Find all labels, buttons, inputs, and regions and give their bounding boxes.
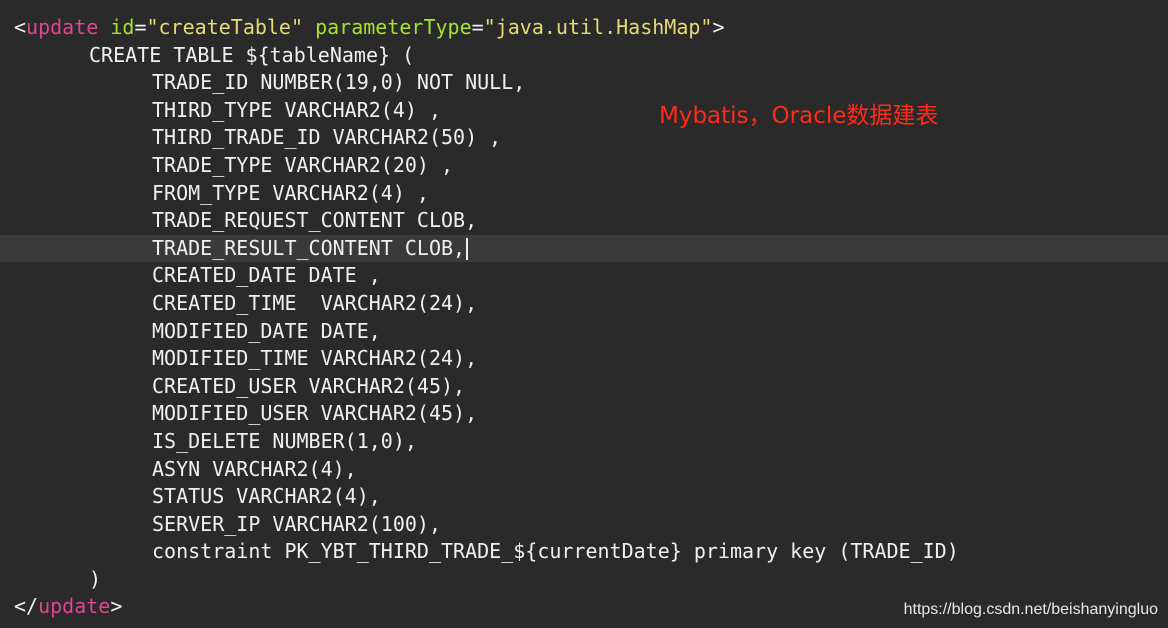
- open-tag-lt: <: [14, 15, 27, 39]
- code-line: ASYN VARCHAR2(4),: [152, 456, 357, 481]
- close-tag-gt: >: [110, 594, 123, 619]
- constraint-line: constraint PK_YBT_THIRD_TRADE_${currentD…: [152, 539, 959, 564]
- code-line: CREATED_TIME VARCHAR2(24),: [152, 290, 478, 315]
- code-line: TRADE_ID NUMBER(19,0) NOT NULL,: [152, 70, 526, 95]
- attr-id-value: "createTable": [146, 15, 304, 39]
- code-line: THIRD_TRADE_ID VARCHAR2(50) ,: [152, 125, 502, 150]
- code-line: CREATED_DATE DATE ,: [152, 263, 381, 288]
- open-tag-gt: >: [712, 15, 725, 39]
- code-line: IS_DELETE NUMBER(1,0),: [152, 428, 417, 453]
- open-tag-name: update: [26, 15, 99, 39]
- code-line: THIRD_TYPE VARCHAR2(4) ,: [152, 97, 441, 122]
- open-tag-line: <update id="createTable" parameterType="…: [14, 15, 725, 39]
- code-line: TRADE_TYPE VARCHAR2(20) ,: [152, 152, 454, 177]
- code-line: SERVER_IP VARCHAR2(100),: [152, 511, 441, 536]
- code-line: TRADE_REQUEST_CONTENT CLOB,: [152, 208, 478, 233]
- watermark-url: https://blog.csdn.net/beishanyingluo: [903, 601, 1158, 618]
- current-code-line[interactable]: TRADE_RESULT_CONTENT CLOB,: [0, 234, 1168, 263]
- code-line: MODIFIED_TIME VARCHAR2(24),: [152, 346, 478, 371]
- close-tag-name: update: [38, 594, 111, 619]
- current-line-text: TRADE_RESULT_CONTENT CLOB,: [152, 235, 466, 260]
- code-editor[interactable]: <update id="createTable" parameterType="…: [0, 0, 1168, 628]
- close-tag-lt: </: [14, 594, 39, 619]
- annotation-label: Mybatis，Oracle数据建表: [659, 103, 939, 129]
- create-table-line: CREATE TABLE ${tableName} (: [89, 42, 415, 67]
- attr-id-name: id: [110, 15, 135, 39]
- close-paren-line: ): [89, 566, 102, 591]
- code-line: MODIFIED_DATE DATE,: [152, 318, 381, 343]
- code-line: CREATED_USER VARCHAR2(45),: [152, 373, 466, 398]
- code-line: STATUS VARCHAR2(4),: [152, 484, 381, 509]
- attr-parametertype-value: "java.util.HashMap": [483, 15, 713, 39]
- text-cursor: [466, 238, 469, 261]
- code-line: FROM_TYPE VARCHAR2(4) ,: [152, 180, 429, 205]
- code-line: MODIFIED_USER VARCHAR2(45),: [152, 401, 478, 426]
- attr-parametertype-name: parameterType: [315, 15, 472, 39]
